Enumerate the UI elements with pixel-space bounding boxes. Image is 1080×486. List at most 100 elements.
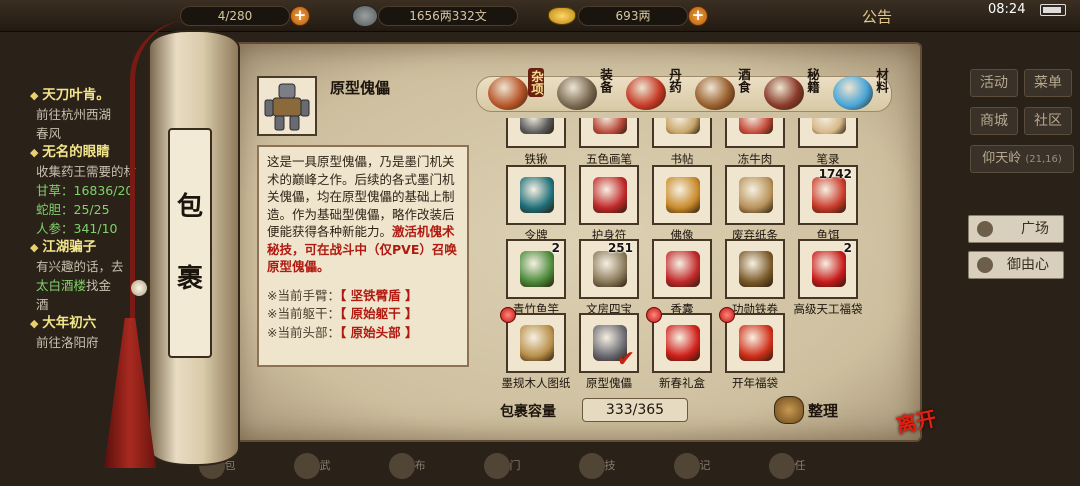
fortune-bag-icon xyxy=(739,325,773,361)
item-part-value: 【 坚铁臂盾 】 xyxy=(339,287,418,303)
sort-label: 整理 xyxy=(808,402,839,420)
location-display[interactable]: 仰天岭 (21,16) xyxy=(970,145,1074,173)
paper-icon xyxy=(812,118,846,134)
quest-highlight: 太白酒楼 xyxy=(36,278,87,293)
nav-icon xyxy=(673,453,700,479)
inventory-slot[interactable] xyxy=(652,165,712,225)
item-label: 高级天工福袋 xyxy=(793,302,863,316)
item-part-label: ※当前头部： xyxy=(267,324,340,340)
tablet-icon xyxy=(739,251,773,287)
capacity-label: 包裹容量 xyxy=(500,404,556,420)
tab-label: 杂项 xyxy=(528,68,544,97)
inventory-slot[interactable] xyxy=(506,165,566,225)
equipped-check-icon: ✔ xyxy=(616,347,635,372)
inventory-slot[interactable] xyxy=(500,307,566,373)
inventory-slot[interactable] xyxy=(725,165,785,225)
gold-value: 693两 xyxy=(615,9,651,23)
inventory-slot[interactable] xyxy=(652,239,712,299)
item-part-row: ※当前手臂：【 坚铁臂盾 】 xyxy=(267,287,459,305)
add-stat-button[interactable]: + xyxy=(290,6,310,26)
item-count: 1742 xyxy=(818,167,852,181)
inventory-slot[interactable] xyxy=(506,118,566,148)
tab-category[interactable]: 材料 xyxy=(827,68,899,114)
item-label: 墨规木人图纸 xyxy=(501,376,571,390)
pill-icon xyxy=(626,76,666,110)
inventory-slot[interactable]: 251 xyxy=(579,239,639,299)
inventory-slot[interactable] xyxy=(725,118,785,148)
shop-button[interactable]: 商城 xyxy=(970,107,1018,135)
close-label: 离开 xyxy=(894,406,939,438)
list-item-plaza-label: 广场 xyxy=(1021,221,1049,237)
bottom-nav-item[interactable]: 布 xyxy=(385,448,429,484)
meat-icon xyxy=(739,118,773,134)
community-label: 社区 xyxy=(1034,113,1062,129)
item-label: 原型傀儡 xyxy=(586,376,632,390)
item-part-label: ※当前手臂： xyxy=(267,287,340,303)
token-icon xyxy=(520,177,554,213)
quest-text: 春风 xyxy=(36,126,62,141)
gift-box-icon xyxy=(666,325,700,361)
paper-scrap-icon xyxy=(739,177,773,213)
plaza-icon xyxy=(977,221,993,237)
location-name: 仰天岭 xyxy=(982,151,1022,166)
inventory-slot[interactable] xyxy=(719,307,785,373)
tab-category[interactable]: 丹药 xyxy=(620,68,692,114)
tab-category[interactable]: 酒食 xyxy=(689,68,761,114)
inventory-slot[interactable] xyxy=(579,165,639,225)
nav-icon xyxy=(578,453,605,479)
tab-category[interactable]: 杂项 xyxy=(482,68,554,114)
nav-icon xyxy=(293,453,320,479)
money-value: 1656两332文 xyxy=(409,9,487,23)
bottom-nav-item[interactable]: 技 xyxy=(575,448,619,484)
inventory-slot[interactable] xyxy=(646,307,712,373)
tab-category[interactable]: 秘籍 xyxy=(758,68,830,114)
item-part-row: ※当前头部：【 原始头部 】 xyxy=(267,324,459,342)
bottom-nav-label: 记 xyxy=(699,459,711,472)
gold-display: 693两 xyxy=(578,6,688,26)
item-label: 新春礼盒 xyxy=(659,376,705,390)
tab-category[interactable]: 装备 xyxy=(551,68,623,114)
community-button[interactable]: 社区 xyxy=(1024,107,1072,135)
inventory-slot[interactable] xyxy=(798,118,858,148)
close-button[interactable]: 离开 xyxy=(894,404,940,448)
tab-label: 装备 xyxy=(598,68,613,93)
inventory-slot[interactable] xyxy=(725,239,785,299)
location-coords: (21,16) xyxy=(1025,154,1062,165)
capacity-display: 333/365 xyxy=(582,398,688,422)
add-gold-button[interactable]: + xyxy=(688,6,708,26)
activity-button[interactable]: 活动 xyxy=(970,69,1018,97)
inventory-slot[interactable] xyxy=(579,118,639,148)
quest-text: 酒 xyxy=(36,297,49,312)
inventory-slot[interactable]: 2 xyxy=(798,239,858,299)
bottom-nav-item[interactable]: 门 xyxy=(480,448,524,484)
menu-button[interactable]: 菜单 xyxy=(1024,69,1072,97)
item-part-row: ※当前躯干：【 原始躯干 】 xyxy=(267,305,459,323)
tab-label: 材料 xyxy=(874,68,889,93)
announcement-button[interactable]: 公告 xyxy=(862,6,892,27)
list-item-npc[interactable]: 御由心 xyxy=(968,251,1064,279)
bottom-nav-label: 布 xyxy=(414,459,426,472)
blueprint-icon xyxy=(520,325,554,361)
capacity-value: 333/365 xyxy=(605,402,665,418)
bottom-nav-item[interactable]: 记 xyxy=(670,448,714,484)
money-display: 1656两332文 xyxy=(378,6,518,26)
item-count: 2 xyxy=(843,241,852,255)
inventory-slot[interactable]: ✔ xyxy=(579,313,639,373)
bottom-nav-item[interactable]: 任 xyxy=(765,448,809,484)
inventory-slot[interactable] xyxy=(652,118,712,148)
quest-highlight: 人参：341/10 xyxy=(36,221,118,236)
inventory-slot[interactable]: 2 xyxy=(506,239,566,299)
new-badge-icon xyxy=(500,307,516,323)
inventory-grid: 铁锹 五色画笔 书帖 冻牛肉 笔录 令牌 护身符 佛像 废弃纸条 1742 鱼饵 2 青竹鱼竿 251 文房… xyxy=(490,118,885,390)
puppet-icon xyxy=(264,83,310,131)
bottom-nav-label: 门 xyxy=(509,459,521,472)
bottom-nav-item[interactable]: 武 xyxy=(290,448,334,484)
sort-button[interactable]: 整理 xyxy=(774,394,850,426)
category-tabs: 杂项 装备 丹药 酒食 秘籍 材料 xyxy=(476,68,899,114)
bottom-nav-label: 任 xyxy=(794,459,806,472)
scroll-title-plate xyxy=(168,128,212,358)
worm-icon xyxy=(812,177,846,213)
nav-icon xyxy=(483,453,510,479)
inventory-slot[interactable]: 1742 xyxy=(798,165,858,225)
list-item-plaza[interactable]: 广场 xyxy=(968,215,1064,243)
